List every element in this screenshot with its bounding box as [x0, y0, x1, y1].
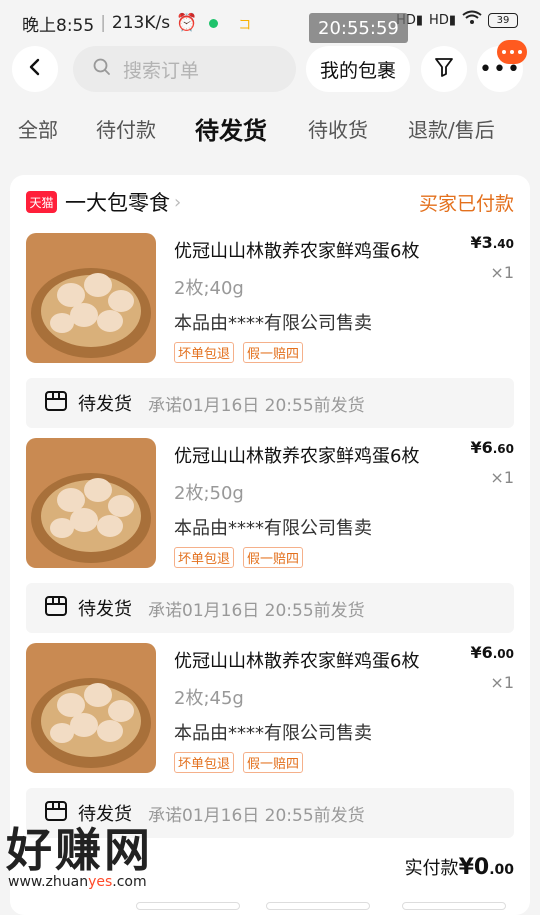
shipping-label: 待发货 [78, 599, 132, 620]
product-spec: 2枚;45g [174, 688, 244, 709]
product-price: ¥6.00 [470, 643, 514, 662]
tag-fake-compensation: 假一赔四 [243, 342, 304, 363]
search-placeholder: 搜索订单 [123, 59, 200, 82]
time-overlay: 20:55:59 [309, 13, 408, 43]
my-packages-button[interactable]: 我的包裹 [306, 46, 410, 92]
battery-icon: 39 [488, 12, 518, 28]
search-input[interactable]: 搜索订单 [73, 46, 296, 92]
order-item[interactable]: 优冠山山林散养农家鲜鸡蛋6枚 2枚;45g 本品由****有限公司售卖 坏单包退… [10, 643, 530, 848]
product-quantity: ×1 [490, 673, 514, 692]
order-item[interactable]: 优冠山山林散养农家鲜鸡蛋6枚 2枚;40g 本品由****有限公司售卖 坏单包退… [10, 233, 530, 438]
shipping-status-row[interactable]: 待发货 承诺01月16日 20:55前发货 [26, 378, 514, 428]
order-total: 实付款 ¥0.00 [405, 854, 514, 880]
tab-pending-receipt[interactable]: 待收货 [308, 114, 368, 143]
shipping-label: 待发货 [78, 394, 132, 415]
product-image [26, 643, 156, 773]
more-button[interactable]: ••• [477, 40, 527, 92]
box-icon [44, 595, 68, 621]
seller-info: 本品由****有限公司售卖 [174, 313, 372, 334]
signal-hd2-icon: HD▮ [429, 12, 456, 28]
product-image [26, 438, 156, 568]
tab-pending-payment[interactable]: 待付款 [96, 114, 156, 143]
tag-return-guarantee: 坏单包退 [174, 342, 235, 363]
filter-icon [433, 56, 455, 82]
shop-name: 一大包零食 [65, 191, 170, 215]
order-status: 买家已付款 [418, 193, 514, 215]
status-bar: 晚上8:55 | 213K/s ⏰ コ HD▮ HD▮ 39 [0, 0, 540, 46]
shipping-promise: 承诺01月16日 20:55前发货 [148, 600, 365, 621]
box-icon [44, 390, 68, 416]
search-icon [93, 58, 111, 81]
tag-return-guarantee: 坏单包退 [174, 752, 235, 773]
product-price: ¥6.60 [470, 438, 514, 457]
order-item[interactable]: 优冠山山林散养农家鲜鸡蛋6枚 2枚;50g 本品由****有限公司售卖 坏单包退… [10, 438, 530, 643]
order-card[interactable]: 天猫 一大包零食 › 买家已付款 优冠山山林散养农家鲜鸡蛋6枚 2枚;40g 本… [10, 175, 530, 915]
product-price: ¥3.40 [470, 233, 514, 252]
watermark-url: www.zhuanyes.com [8, 874, 147, 890]
tag-fake-compensation: 假一赔四 [243, 752, 304, 773]
tag-fake-compensation: 假一赔四 [243, 547, 304, 568]
alarm-icon: ⏰ [176, 13, 198, 33]
back-button[interactable] [12, 46, 58, 92]
order-tabs: 全部 待付款 待发货 待收货 退款/售后 [0, 114, 540, 164]
product-spec: 2枚;40g [174, 278, 244, 299]
active-dot-icon [209, 18, 219, 28]
chevron-left-icon [26, 58, 44, 80]
seller-info: 本品由****有限公司售卖 [174, 518, 372, 539]
wifi-icon [462, 10, 482, 30]
tmall-logo: 天猫 [26, 191, 57, 213]
product-title: 优冠山山林散养农家鲜鸡蛋6枚 [174, 241, 420, 262]
chevron-right-icon: › [174, 191, 182, 213]
product-title: 优冠山山林散养农家鲜鸡蛋6枚 [174, 651, 420, 672]
message-badge [497, 40, 527, 64]
tag-return-guarantee: 坏单包退 [174, 547, 235, 568]
total-label: 实付款 [404, 858, 459, 879]
product-image [26, 233, 156, 363]
product-spec: 2枚;50g [174, 483, 244, 504]
seller-info: 本品由****有限公司售卖 [174, 723, 372, 744]
product-quantity: ×1 [490, 263, 514, 282]
tab-refund[interactable]: 退款/售后 [408, 114, 495, 143]
network-speed: 213K/s [111, 13, 171, 33]
total-value: ¥0.00 [458, 855, 514, 880]
top-bar: 搜索订单 我的包裹 ••• [0, 40, 540, 94]
shop-header[interactable]: 天猫 一大包零食 › [26, 189, 181, 215]
filter-button[interactable] [421, 46, 467, 92]
status-time: 晚上8:55 [22, 15, 95, 36]
product-quantity: ×1 [490, 468, 514, 487]
tab-pending-shipment[interactable]: 待发货 [195, 111, 267, 146]
shipping-promise: 承诺01月16日 20:55前发货 [148, 395, 365, 416]
shipping-promise: 承诺01月16日 20:55前发货 [148, 805, 365, 826]
app-mini-icon: コ [238, 17, 252, 33]
product-title: 优冠山山林散养农家鲜鸡蛋6枚 [174, 446, 420, 467]
tab-all[interactable]: 全部 [18, 114, 58, 143]
watermark-title: 好赚网 [6, 823, 153, 877]
site-watermark: 好赚网 www.zhuanyes.com [6, 826, 196, 896]
shipping-status-row[interactable]: 待发货 承诺01月16日 20:55前发货 [26, 583, 514, 633]
